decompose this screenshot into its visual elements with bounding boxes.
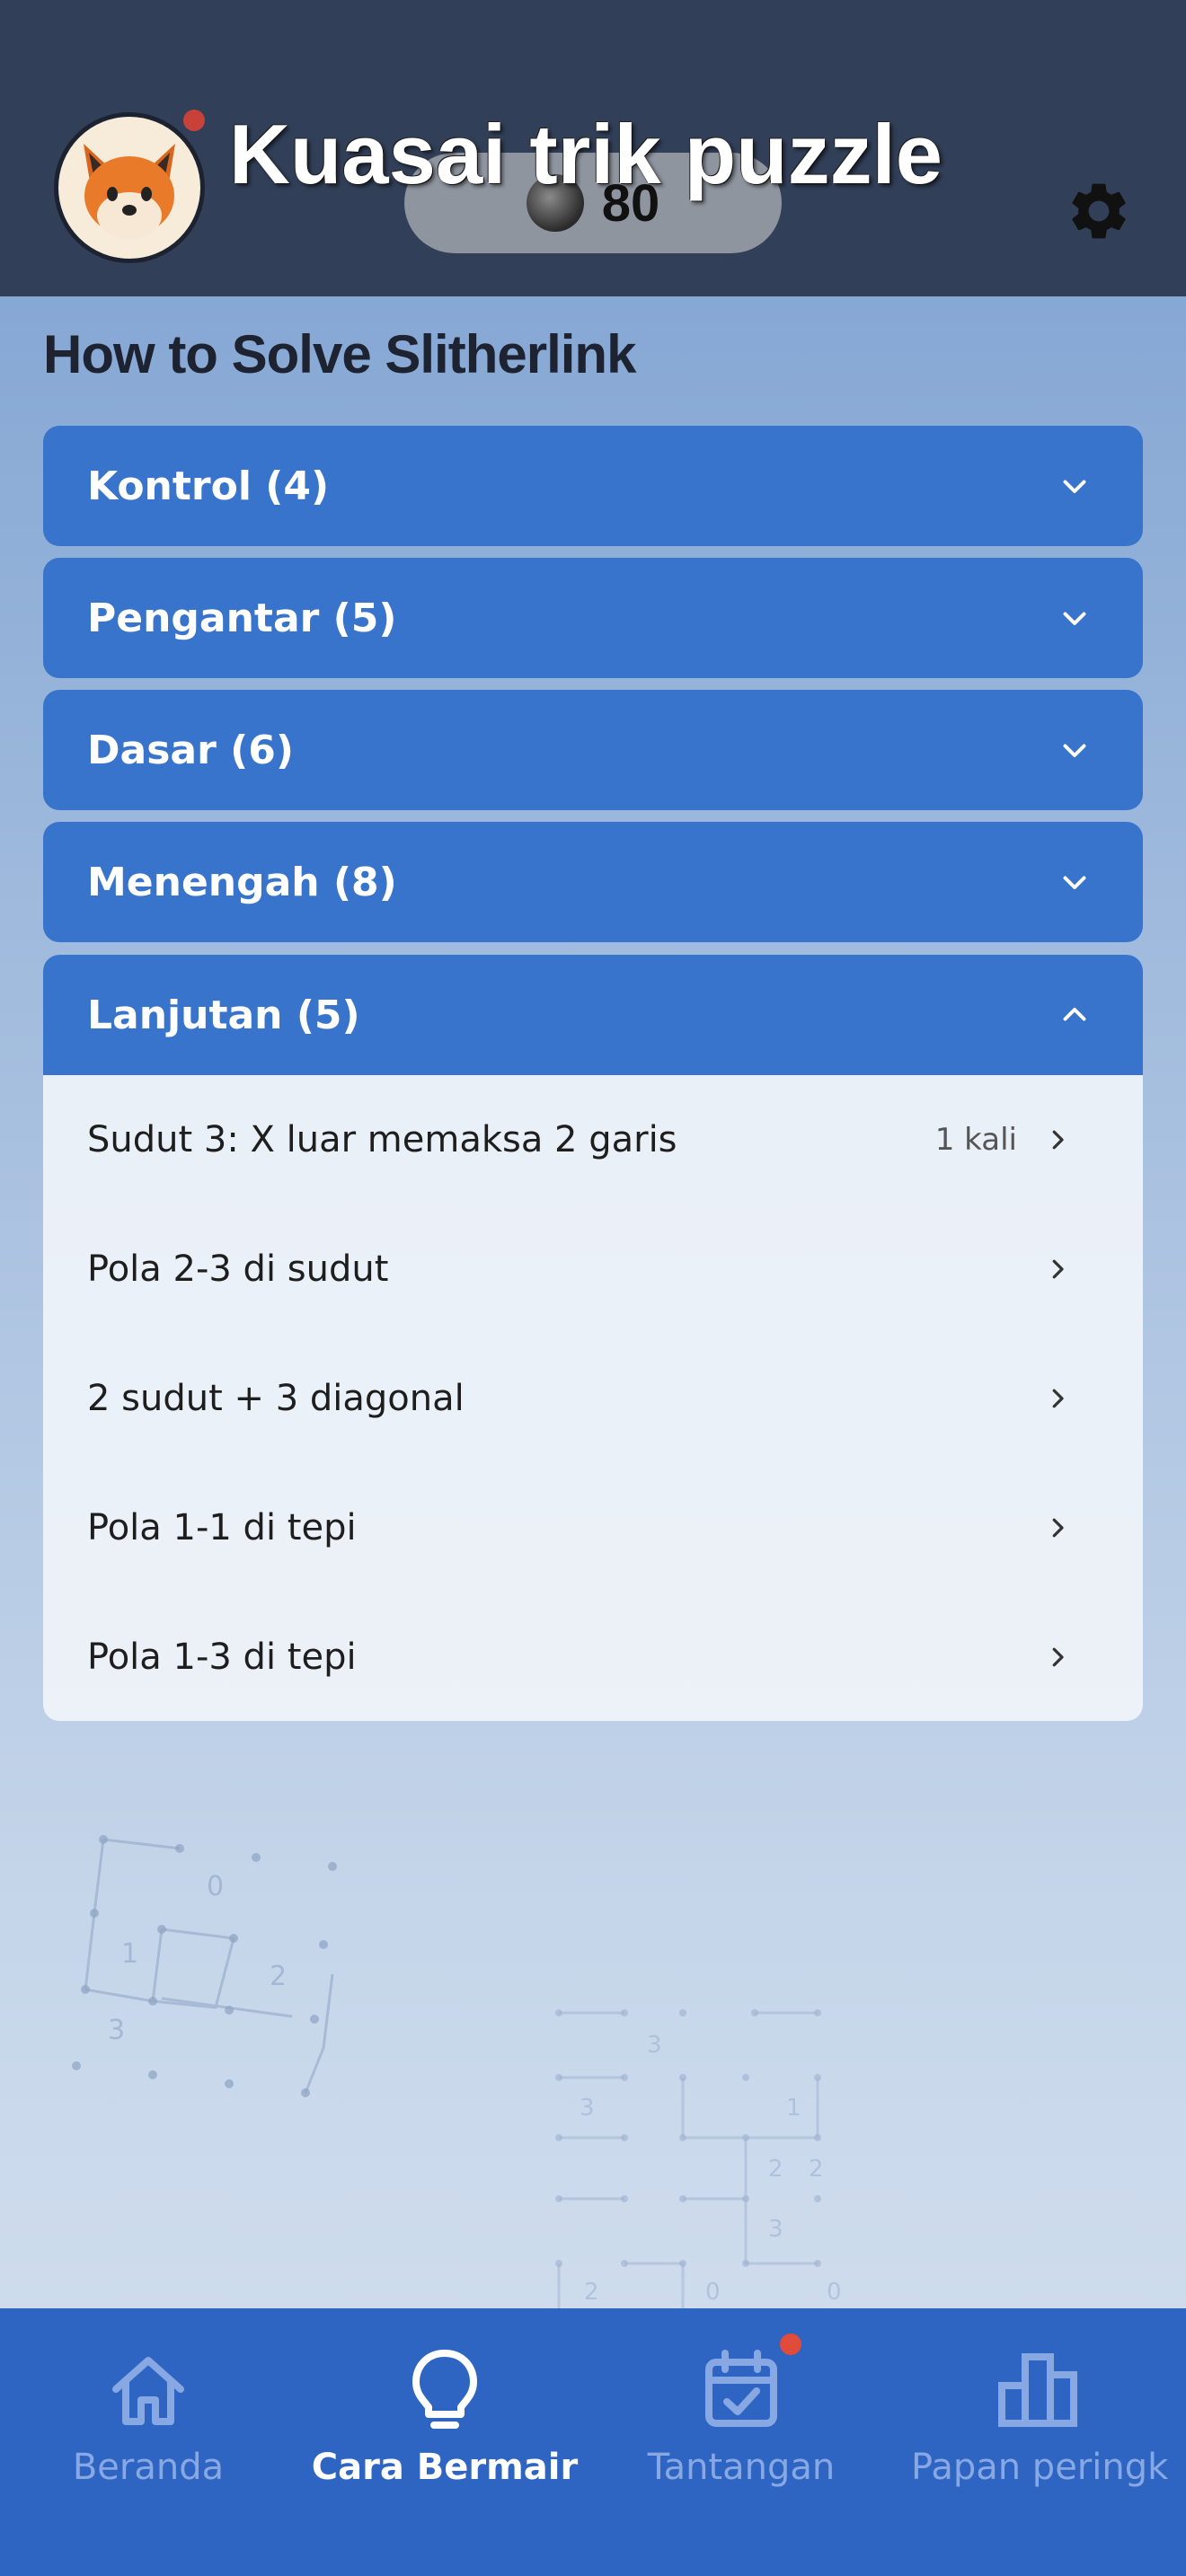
notification-dot — [780, 2333, 801, 2355]
nav-item-tantangan[interactable]: Tantangan — [593, 2308, 890, 2576]
section-label: Menengah (8) — [87, 859, 397, 905]
list-item[interactable]: Sudut 3: X luar memaksa 2 garis 1 kali — [43, 1075, 1143, 1204]
section-dasar[interactable]: Dasar (6) — [43, 690, 1143, 810]
list-item[interactable]: Pola 2-3 di sudut — [43, 1204, 1143, 1334]
chevron-right-icon — [1052, 1518, 1064, 1538]
lightbulb-icon — [412, 2350, 477, 2429]
background-puzzle-pattern: 0 1 2 3 — [72, 1835, 337, 2097]
section-label: Pengantar (5) — [87, 595, 397, 641]
nav-item-papan-peringkat[interactable]: Papan peringk — [890, 2308, 1186, 2576]
page-title: How to Solve Slitherlink — [43, 324, 636, 384]
nav-label: Beranda — [72, 2447, 225, 2488]
list-item[interactable]: Pola 1-3 di tepi — [43, 1592, 1143, 1721]
avatar-notification-dot — [183, 110, 205, 131]
nav-label: Cara Bermair — [311, 2447, 579, 2488]
nav-label: Tantangan — [647, 2447, 836, 2488]
gear-icon[interactable] — [1065, 177, 1133, 245]
nav-item-beranda[interactable]: Beranda — [0, 2308, 296, 2576]
bottom-navigation: Beranda Cara Bermair Tantangan Papan per… — [0, 2308, 1186, 2576]
list-item-label: Pola 2-3 di sudut — [87, 1248, 389, 1290]
chevron-right-icon — [1052, 1130, 1064, 1150]
chevron-down-icon — [1063, 480, 1086, 493]
fox-icon — [84, 144, 175, 239]
chevron-down-icon — [1063, 744, 1086, 757]
svg-text:3: 3 — [108, 2015, 125, 2046]
svg-text:3: 3 — [768, 2216, 783, 2243]
list-item-label: Pola 1-3 di tepi — [87, 1636, 357, 1678]
nav-item-cara-bermair[interactable]: Cara Bermair — [296, 2308, 593, 2576]
svg-text:1: 1 — [121, 1938, 138, 1970]
background-puzzle-pattern: 33 1 2 23 200 — [555, 2009, 842, 2308]
section-label: Dasar (6) — [87, 727, 294, 773]
section-menengah[interactable]: Menengah (8) — [43, 822, 1143, 942]
section-lanjutan-header[interactable]: Lanjutan (5) — [43, 955, 1143, 1075]
list-item-label: Sudut 3: X luar memaksa 2 garis — [87, 1119, 677, 1160]
section-pengantar[interactable]: Pengantar (5) — [43, 558, 1143, 678]
list-item[interactable]: 2 sudut + 3 diagonal — [43, 1334, 1143, 1463]
nav-label: Papan peringk — [911, 2447, 1169, 2488]
svg-text:0: 0 — [827, 2279, 842, 2306]
header-title: Kuasai trik puzzle — [229, 107, 943, 201]
section-label: Lanjutan (5) — [87, 992, 360, 1038]
chevron-right-icon — [1052, 1259, 1064, 1279]
section-lanjutan: Lanjutan (5) Sudut 3: X luar memaksa 2 g… — [43, 955, 1143, 1721]
chevron-right-icon — [1052, 1647, 1064, 1667]
chevron-down-icon — [1063, 876, 1086, 889]
list-item-label: 2 sudut + 3 diagonal — [87, 1378, 465, 1419]
chevron-right-icon — [1052, 1389, 1064, 1408]
svg-text:2: 2 — [809, 2156, 824, 2183]
calendar-check-icon — [705, 2350, 777, 2427]
svg-text:1: 1 — [786, 2095, 801, 2122]
section-label: Kontrol (4) — [87, 463, 330, 509]
avatar[interactable] — [54, 112, 205, 263]
svg-text:3: 3 — [580, 2095, 595, 2122]
svg-text:0: 0 — [207, 1871, 224, 1902]
leaderboard-icon — [998, 2353, 1077, 2427]
list-item[interactable]: Pola 1-1 di tepi — [43, 1463, 1143, 1592]
chevron-down-icon — [1063, 612, 1086, 625]
svg-text:2: 2 — [270, 1961, 287, 1992]
section-kontrol[interactable]: Kontrol (4) — [43, 426, 1143, 546]
svg-text:3: 3 — [647, 2032, 662, 2059]
svg-text:0: 0 — [705, 2279, 721, 2306]
svg-text:2: 2 — [768, 2156, 783, 2183]
svg-text:2: 2 — [584, 2279, 599, 2306]
usage-count: 1 kali — [934, 1122, 1017, 1158]
chevron-up-icon — [1063, 1008, 1086, 1021]
home-icon — [112, 2357, 184, 2425]
list-item-label: Pola 1-1 di tepi — [87, 1507, 357, 1548]
